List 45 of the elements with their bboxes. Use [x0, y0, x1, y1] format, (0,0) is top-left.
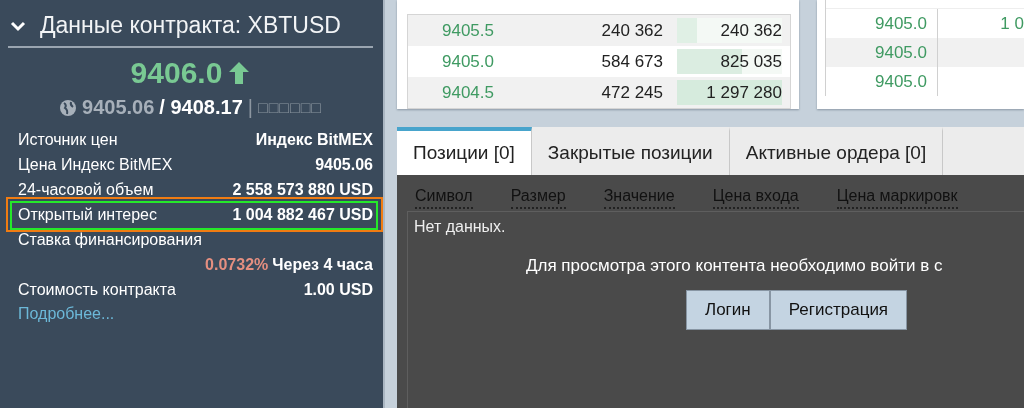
- column-header[interactable]: Символ: [415, 187, 473, 209]
- row-label: Открытый интерес: [18, 205, 157, 224]
- more-link[interactable]: Подробнее...: [18, 305, 115, 323]
- size-cell-text: 240 362: [600, 20, 663, 41]
- row-value: Через 4 часа: [272, 255, 373, 274]
- price-cell: 9405.0: [826, 67, 938, 96]
- price-cell: 9405.0: [826, 38, 938, 67]
- row-value: 9405.06: [315, 155, 373, 174]
- row-label: Цена Индекс BitMEX: [18, 155, 173, 174]
- tab[interactable]: Позиции [0]: [397, 127, 532, 175]
- auth-button[interactable]: Логин: [686, 290, 770, 330]
- column-header[interactable]: Цена входа: [712, 187, 799, 209]
- login-message: Для просмотра этого контента необходимо войти в с: [526, 256, 943, 276]
- chevron-icon[interactable]: [10, 19, 26, 32]
- up-arrow-icon: [228, 61, 251, 85]
- column-header[interactable]: Цена маркировк: [836, 187, 958, 209]
- mark-price: / 9408.17: [159, 96, 243, 119]
- row-value: 1 004 882 467 USD: [232, 205, 373, 224]
- row-label: 24-часовой объем: [18, 180, 154, 199]
- separator: |: [247, 96, 253, 119]
- row-label: Источник цен: [18, 130, 118, 149]
- auth-button[interactable]: Регистрация: [769, 290, 908, 330]
- column-header[interactable]: Размер: [510, 187, 566, 209]
- total-cell: 1 297 280: [706, 82, 782, 103]
- panel-title: Данные контракта: XBTUSD: [40, 12, 341, 39]
- size-cell-text: 584 673: [600, 51, 663, 72]
- index-price: 9405.06: [82, 96, 155, 119]
- price-cell-text: 9405.0: [441, 51, 495, 72]
- price-cell-text: 9405.5: [441, 20, 495, 41]
- row-value: 1.00 USD: [303, 280, 373, 299]
- funding-rate: 0.0732%: [205, 255, 269, 274]
- row-label: Ставка финансирования: [18, 229, 203, 250]
- row-value: 2 558 573 880 USD: [232, 180, 373, 199]
- price-cell-text: 9404.5: [441, 82, 495, 103]
- row-label: Стоимость контракта: [18, 280, 176, 299]
- total-cell: 825 035: [720, 51, 782, 72]
- empty-text: Нет данных.: [414, 218, 507, 236]
- column-header[interactable]: Значение: [603, 187, 675, 209]
- globe-icon: [59, 98, 78, 117]
- row-value: Индекс BitMEX: [255, 130, 373, 149]
- size-cell-text: 472 245: [600, 82, 663, 103]
- size-cell-text: 1 0: [999, 13, 1024, 34]
- last-price: 9406.0: [130, 56, 223, 90]
- missing-glyphs: □□□□□□: [257, 98, 322, 117]
- total-cell: 240 362: [720, 20, 782, 41]
